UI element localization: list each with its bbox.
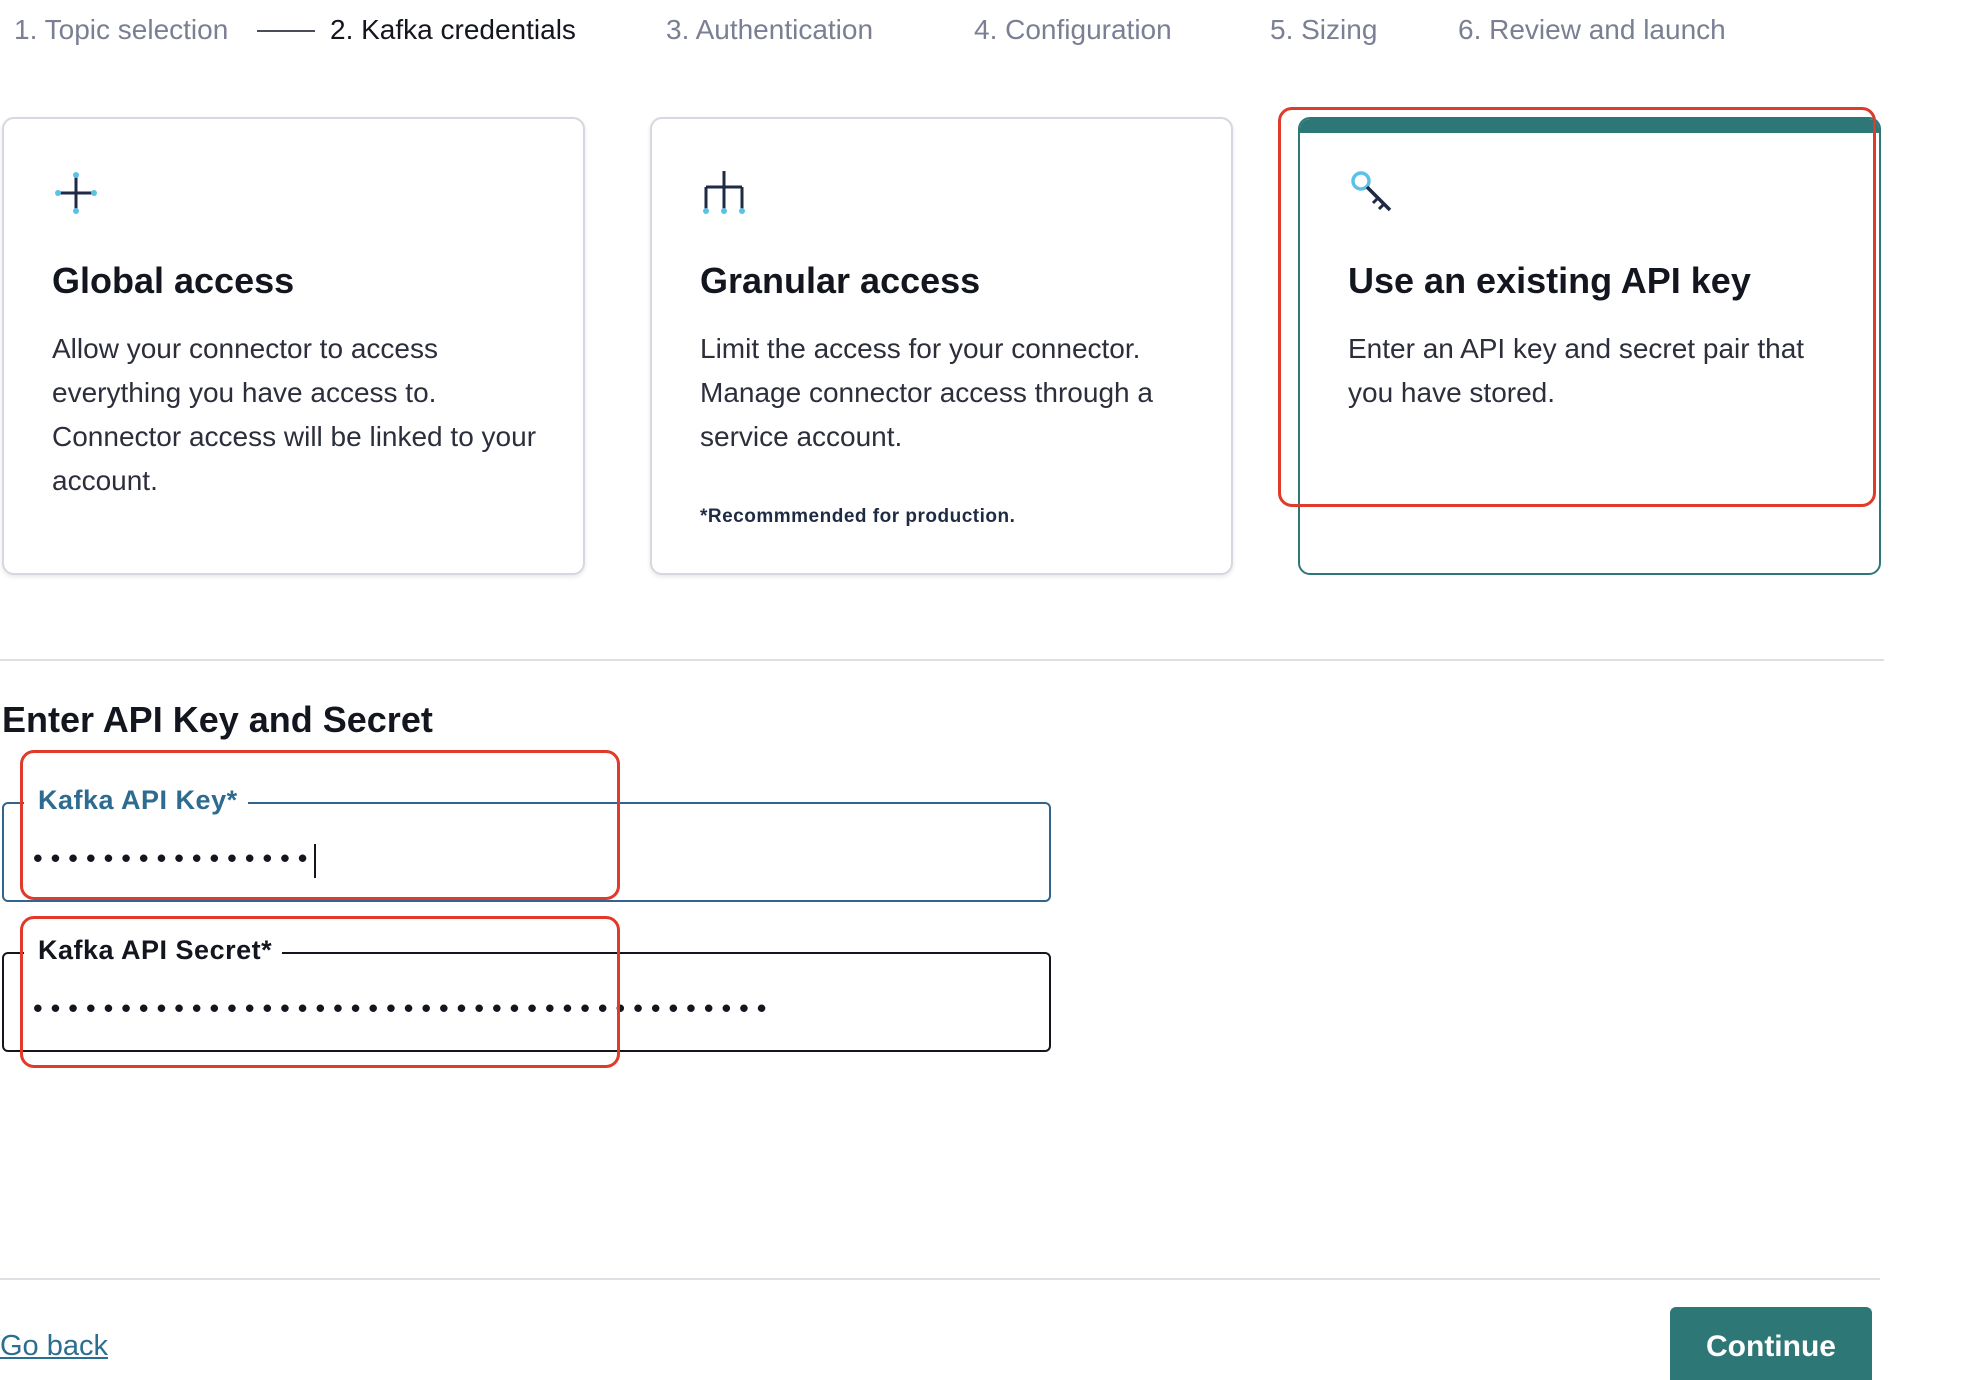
api-section-title: Enter API Key and Secret [2,699,433,740]
step-kafka-credentials[interactable]: 2. Kafka credentials [330,14,576,46]
card-title: Global access [52,260,295,301]
global-access-card[interactable]: Global access Allow your connector to ac… [2,117,585,575]
kafka-credentials-page: 1. Topic selection 2. Kafka credentials … [0,0,1966,1380]
card-description: Allow your connector to access everythin… [52,333,537,496]
selected-indicator-bar [1300,119,1879,133]
text-caret [314,843,317,878]
step-connector [257,30,315,32]
kafka-api-secret-value: ••••••••••••••••••••••••••••••••••••••••… [30,995,772,1025]
kafka-api-secret-label: Kafka API Secret* [24,930,283,970]
step-review-and-launch: 6. Review and launch [1458,14,1726,45]
card-title: Use an existing API key [1348,260,1751,301]
existing-api-key-card[interactable]: Use an existing API key Enter an API key… [1298,117,1881,575]
kafka-api-key-input[interactable]: •••••••••••••••• [30,838,1029,882]
kafka-api-key-label: Kafka API Key* [24,780,248,820]
step-topic-selection[interactable]: 1. Topic selection [14,14,228,46]
crosshair-plus-icon [52,169,100,217]
step-sizing: 5. Sizing [1270,14,1378,45]
production-recommendation-note: *Recommmended for production. [700,506,1016,527]
card-description: Enter an API key and secret pair that yo… [1348,333,1805,408]
key-icon [1348,169,1396,217]
step-configuration: 4. Configuration [974,14,1172,45]
card-title: Granular access [700,260,981,301]
continue-button[interactable]: Continue [1670,1307,1872,1380]
kafka-api-secret-input[interactable]: ••••••••••••••••••••••••••••••••••••••••… [30,988,1029,1032]
go-back-link[interactable]: Go back [0,1328,108,1364]
section-divider [0,659,1884,661]
granular-access-card[interactable]: Granular access Limit the access for you… [650,117,1233,575]
kafka-api-key-value: •••••••••••••••• [30,845,313,875]
hierarchy-branch-icon [700,169,748,217]
step-authentication: 3. Authentication [666,14,874,45]
card-description: Limit the access for your connector. Man… [700,333,1153,452]
footer-divider [0,1278,1880,1280]
kafka-api-secret-field[interactable]: Kafka API Secret* ••••••••••••••••••••••… [2,930,1051,1052]
kafka-api-key-field[interactable]: Kafka API Key* •••••••••••••••• [2,780,1051,902]
